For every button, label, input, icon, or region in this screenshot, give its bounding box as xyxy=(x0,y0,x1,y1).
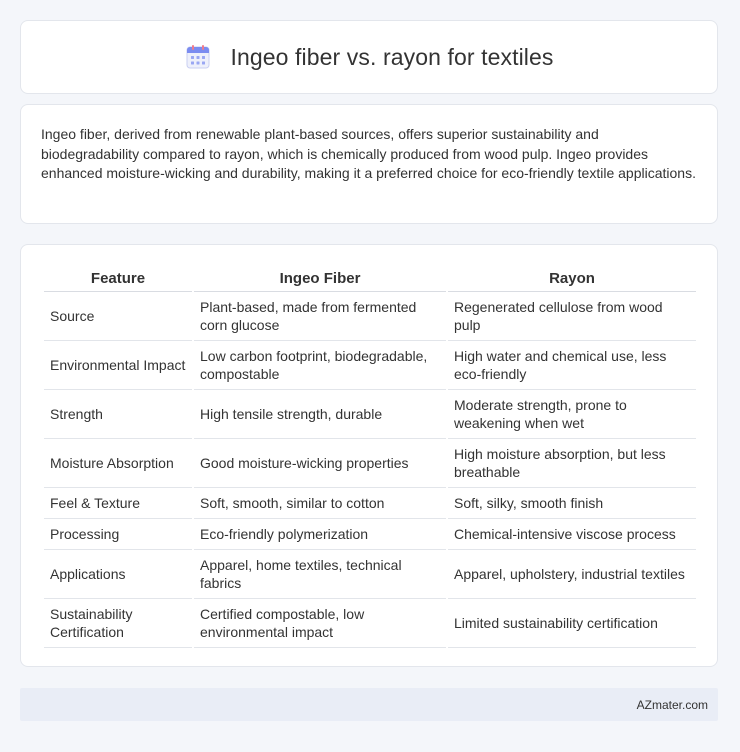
comparison-table-card: Feature Ingeo Fiber Rayon Source Plant-b… xyxy=(20,244,718,667)
table-cell: Limited sustainability certification xyxy=(448,599,696,648)
table-cell: Moderate strength, prone to weakening wh… xyxy=(448,390,696,439)
footer: AZmater.com xyxy=(20,688,718,721)
table-row: Applications Apparel, home textiles, tec… xyxy=(44,550,696,599)
summary-card: Ingeo fiber, derived from renewable plan… xyxy=(20,104,718,224)
table-row: Moisture Absorption Good moisture-wickin… xyxy=(44,439,696,488)
table-cell: Chemical-intensive viscose process xyxy=(448,519,696,550)
table-row: Source Plant-based, made from fermented … xyxy=(44,292,696,341)
table-cell: High water and chemical use, less eco-fr… xyxy=(448,341,696,390)
table-cell: Soft, smooth, similar to cotton xyxy=(194,488,446,519)
table-cell: Feel & Texture xyxy=(44,488,192,519)
table-row: Processing Eco-friendly polymerization C… xyxy=(44,519,696,550)
header-ingeo: Ingeo Fiber xyxy=(194,265,446,292)
table-cell: Plant-based, made from fermented corn gl… xyxy=(194,292,446,341)
table-cell: High moisture absorption, but less breat… xyxy=(448,439,696,488)
table-row: Feel & Texture Soft, smooth, similar to … xyxy=(44,488,696,519)
table-row: Strength High tensile strength, durable … xyxy=(44,390,696,439)
table-cell: Source xyxy=(44,292,192,341)
table-cell: Sustainability Certification xyxy=(44,599,192,648)
table-cell: Environmental Impact xyxy=(44,341,192,390)
title-card: Ingeo fiber vs. rayon for textiles xyxy=(20,20,718,94)
table-cell: Regenerated cellulose from wood pulp xyxy=(448,292,696,341)
table-cell: Eco-friendly polymerization xyxy=(194,519,446,550)
header-rayon: Rayon xyxy=(448,265,696,292)
table-cell: Moisture Absorption xyxy=(44,439,192,488)
table-header-row: Feature Ingeo Fiber Rayon xyxy=(44,265,696,292)
comparison-table: Feature Ingeo Fiber Rayon Source Plant-b… xyxy=(42,265,698,648)
table-cell: Low carbon footprint, biodegradable, com… xyxy=(194,341,446,390)
table-cell: Apparel, upholstery, industrial textiles xyxy=(448,550,696,599)
page-title: Ingeo fiber vs. rayon for textiles xyxy=(230,43,554,70)
table-cell: High tensile strength, durable xyxy=(194,390,446,439)
table-cell: Good moisture-wicking properties xyxy=(194,439,446,488)
table-row: Environmental Impact Low carbon footprin… xyxy=(44,341,696,390)
table-row: Sustainability Certification Certified c… xyxy=(44,599,696,648)
footer-brand: AZmater.com xyxy=(636,697,708,712)
table-cell: Soft, silky, smooth finish xyxy=(448,488,696,519)
calendar-icon xyxy=(186,45,209,69)
table-cell: Strength xyxy=(44,390,192,439)
summary-text: Ingeo fiber, derived from renewable plan… xyxy=(41,126,696,181)
table-cell: Apparel, home textiles, technical fabric… xyxy=(194,550,446,599)
table-cell: Processing xyxy=(44,519,192,550)
header-feature: Feature xyxy=(44,265,192,292)
table-cell: Applications xyxy=(44,550,192,599)
table-cell: Certified compostable, low environmental… xyxy=(194,599,446,648)
